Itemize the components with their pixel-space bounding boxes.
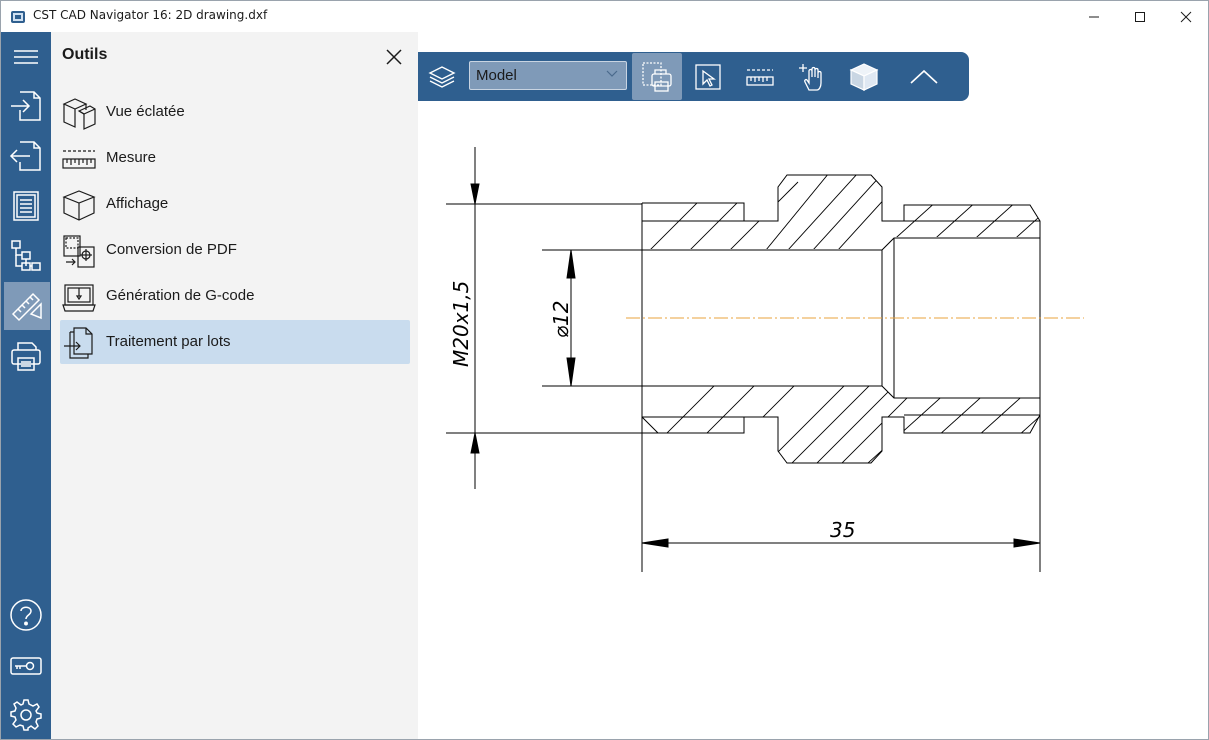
tool-measure[interactable]: Mesure <box>60 136 410 180</box>
pan-button[interactable] <box>792 52 832 101</box>
diameter-dimension-text: ⌀12 <box>549 301 573 339</box>
layout-select[interactable]: Model <box>469 61 627 90</box>
license-key-icon <box>10 657 42 675</box>
close-icon <box>1180 11 1192 22</box>
drawing-canvas[interactable]: M20x1,5 ⌀12 35 Model <box>418 32 1208 739</box>
tool-exploded-view[interactable]: Vue éclatée <box>60 90 410 134</box>
length-dimension-text: 35 <box>830 518 855 542</box>
window-title: CST CAD Navigator 16: 2D drawing.dxf <box>33 8 268 22</box>
license-button[interactable] <box>1 641 51 689</box>
app-logo-icon <box>11 11 25 23</box>
cnc-machine-icon <box>62 284 96 312</box>
exploded-view-icon <box>62 98 96 130</box>
tools-icon <box>11 292 42 322</box>
tool-label: Affichage <box>106 195 169 212</box>
menu-button[interactable] <box>1 33 51 81</box>
settings-gear-icon <box>10 699 42 731</box>
import-button[interactable] <box>1 82 51 130</box>
tool-gcode-generation[interactable]: Génération de G-code <box>60 274 410 318</box>
cube-icon <box>62 190 96 221</box>
settings-button[interactable] <box>1 691 51 739</box>
part-outline <box>446 147 1041 572</box>
navigation-rail <box>1 32 51 739</box>
document-properties-button[interactable] <box>1 182 51 230</box>
export-button[interactable] <box>1 132 51 180</box>
structure-tree-button[interactable] <box>1 232 51 280</box>
maximize-icon <box>1135 11 1145 22</box>
tools-panel: Outils Vue éclatée Mesure Affichage Conv… <box>51 32 418 739</box>
tools-button[interactable] <box>4 282 50 330</box>
minimize-button[interactable] <box>1071 1 1117 32</box>
pan-hand-icon <box>799 63 822 91</box>
batch-processing-icon <box>64 327 93 359</box>
layers-icon <box>428 65 456 88</box>
measure-button[interactable] <box>740 52 780 101</box>
help-icon <box>10 599 42 631</box>
maximize-button[interactable] <box>1117 1 1163 32</box>
tool-label: Mesure <box>106 149 157 166</box>
layers-button[interactable] <box>422 52 462 101</box>
collapse-toolbar-button[interactable] <box>902 52 946 101</box>
layout-select-value: Model <box>476 67 517 84</box>
title-bar: CST CAD Navigator 16: 2D drawing.dxf <box>1 1 1208 32</box>
chevron-up-icon <box>910 69 938 84</box>
cube-icon <box>849 62 879 91</box>
print-icon <box>11 342 41 371</box>
tool-label: Conversion de PDF <box>106 241 237 258</box>
thread-dimension-text: M20x1,5 <box>449 281 473 367</box>
3d-view-button[interactable] <box>844 52 884 101</box>
minimize-icon <box>1089 16 1099 17</box>
app-window: CST CAD Navigator 16: 2D drawing.dxf Out… <box>0 0 1209 740</box>
hamburger-menu-icon <box>14 50 38 64</box>
export-icon <box>9 141 41 171</box>
ruler-icon <box>746 68 774 86</box>
help-button[interactable] <box>1 591 51 639</box>
pdf-conversion-icon <box>63 235 95 268</box>
print-layout-icon <box>642 61 672 92</box>
print-layout-button[interactable] <box>632 53 682 100</box>
tool-label: Vue éclatée <box>106 103 185 120</box>
close-panel-icon[interactable] <box>384 47 404 67</box>
hatch-bottom <box>642 386 1040 463</box>
hatch-top <box>642 175 1040 249</box>
tree-structure-icon <box>11 240 41 271</box>
select-cursor-icon <box>695 63 721 90</box>
import-icon <box>11 91 41 121</box>
cad-drawing: M20x1,5 ⌀12 35 <box>446 147 1084 572</box>
close-window-button[interactable] <box>1163 1 1208 32</box>
panel-title: Outils <box>62 46 108 63</box>
chevron-down-icon <box>606 70 618 77</box>
tool-pdf-conversion[interactable]: Conversion de PDF <box>60 228 410 272</box>
tool-display[interactable]: Affichage <box>60 182 410 226</box>
select-button[interactable] <box>688 52 728 101</box>
ruler-icon <box>62 150 96 169</box>
document-properties-icon <box>13 191 39 221</box>
tool-label: Traitement par lots <box>106 333 231 350</box>
print-button[interactable] <box>1 332 51 380</box>
view-toolbar: Model <box>418 52 969 101</box>
tool-label: Génération de G-code <box>106 287 255 304</box>
tool-batch-processing[interactable]: Traitement par lots <box>60 320 410 364</box>
